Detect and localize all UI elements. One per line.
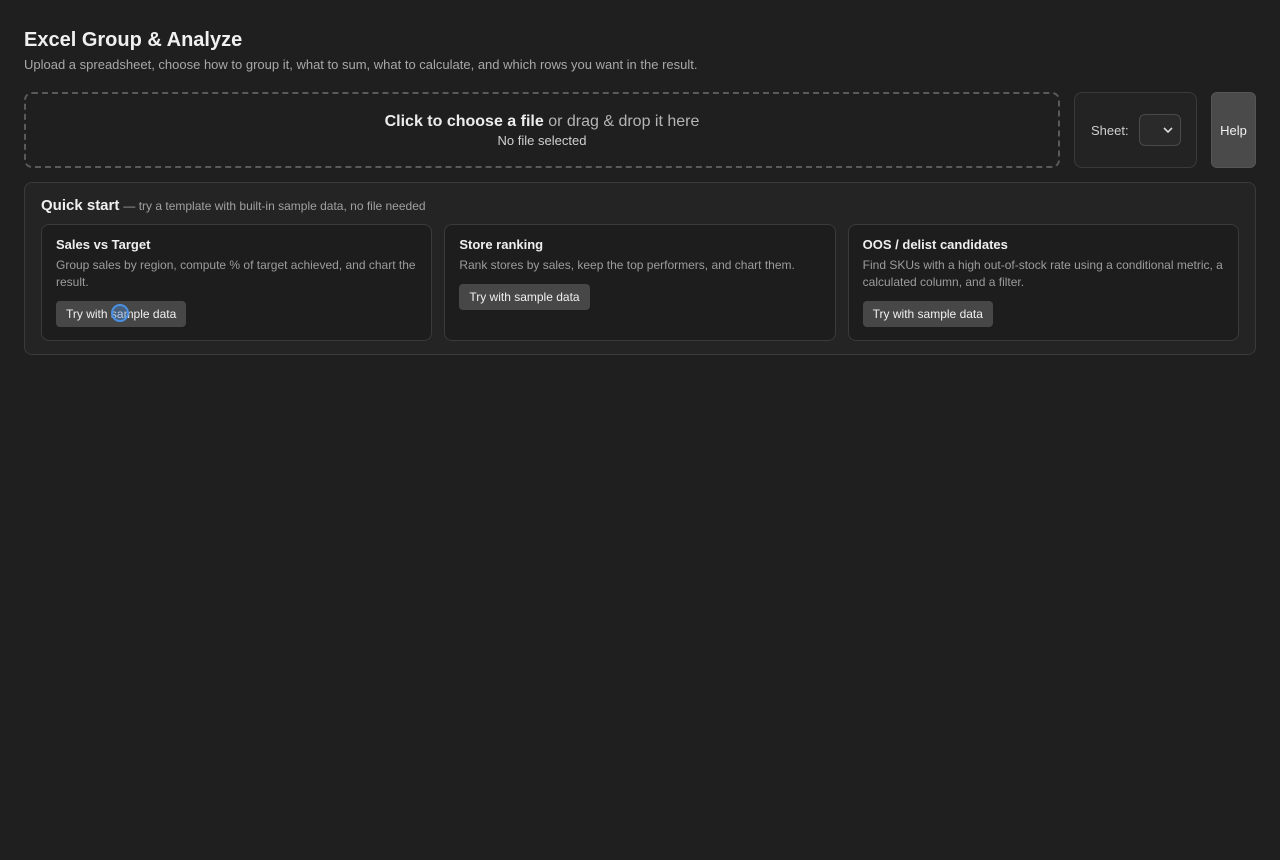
file-dropzone[interactable]: Click to choose a file or drag & drop it…: [24, 92, 1060, 168]
sheet-selector: Sheet:: [1074, 92, 1197, 168]
card-title: Sales vs Target: [56, 237, 151, 252]
top-row: Click to choose a file or drag & drop it…: [24, 92, 1256, 168]
drag-drop-label: or drag & drop it here: [543, 112, 700, 130]
template-card-oos-delist: OOS / delist candidates Find SKUs with a…: [847, 224, 1239, 341]
page-subtitle: Upload a spreadsheet, choose how to grou…: [24, 57, 698, 72]
sheet-select[interactable]: [1138, 114, 1181, 146]
card-description: Find SKUs with a high out-of-stock rate …: [862, 258, 1223, 289]
card-title: OOS / delist candidates: [862, 237, 1008, 252]
try-sample-button-sales-vs-target[interactable]: Try with sample data: [56, 301, 187, 327]
cursor-indicator: [111, 304, 129, 322]
try-sample-label: Try with sample data: [872, 307, 983, 321]
card-description: Group sales by region, compute % of targ…: [56, 258, 416, 289]
card-title: Store ranking: [459, 237, 544, 252]
card-description: Rank stores by sales, keep the top perfo…: [459, 258, 795, 272]
chevron-down-icon: [1163, 121, 1173, 139]
sheet-label: Sheet:: [1091, 122, 1129, 138]
try-sample-label: Try with sample data: [469, 290, 580, 304]
help-button[interactable]: Help: [1211, 92, 1256, 168]
quick-start-panel: Quick start — try a template with built-i…: [24, 182, 1256, 355]
dropzone-prompt: Click to choose a file or drag & drop it…: [385, 112, 700, 132]
choose-file-label[interactable]: Click to choose a file: [385, 113, 544, 130]
quick-start-title: Quick start: [41, 197, 120, 214]
quick-start-header: Quick start — try a template with built-i…: [41, 197, 1239, 215]
quick-start-subtitle: — try a template with built-in sample da…: [123, 199, 426, 213]
template-cards: Sales vs Target Group sales by region, c…: [41, 224, 1239, 341]
template-card-sales-vs-target: Sales vs Target Group sales by region, c…: [41, 224, 433, 341]
page: Excel Group & Analyze Upload a spreadshe…: [0, 0, 1280, 355]
page-title: Excel Group & Analyze: [24, 29, 243, 51]
try-sample-button-store-ranking[interactable]: Try with sample data: [459, 284, 590, 310]
file-status: No file selected: [497, 132, 587, 148]
try-sample-button-oos-delist[interactable]: Try with sample data: [862, 301, 993, 327]
template-card-store-ranking: Store ranking Rank stores by sales, keep…: [444, 224, 836, 341]
